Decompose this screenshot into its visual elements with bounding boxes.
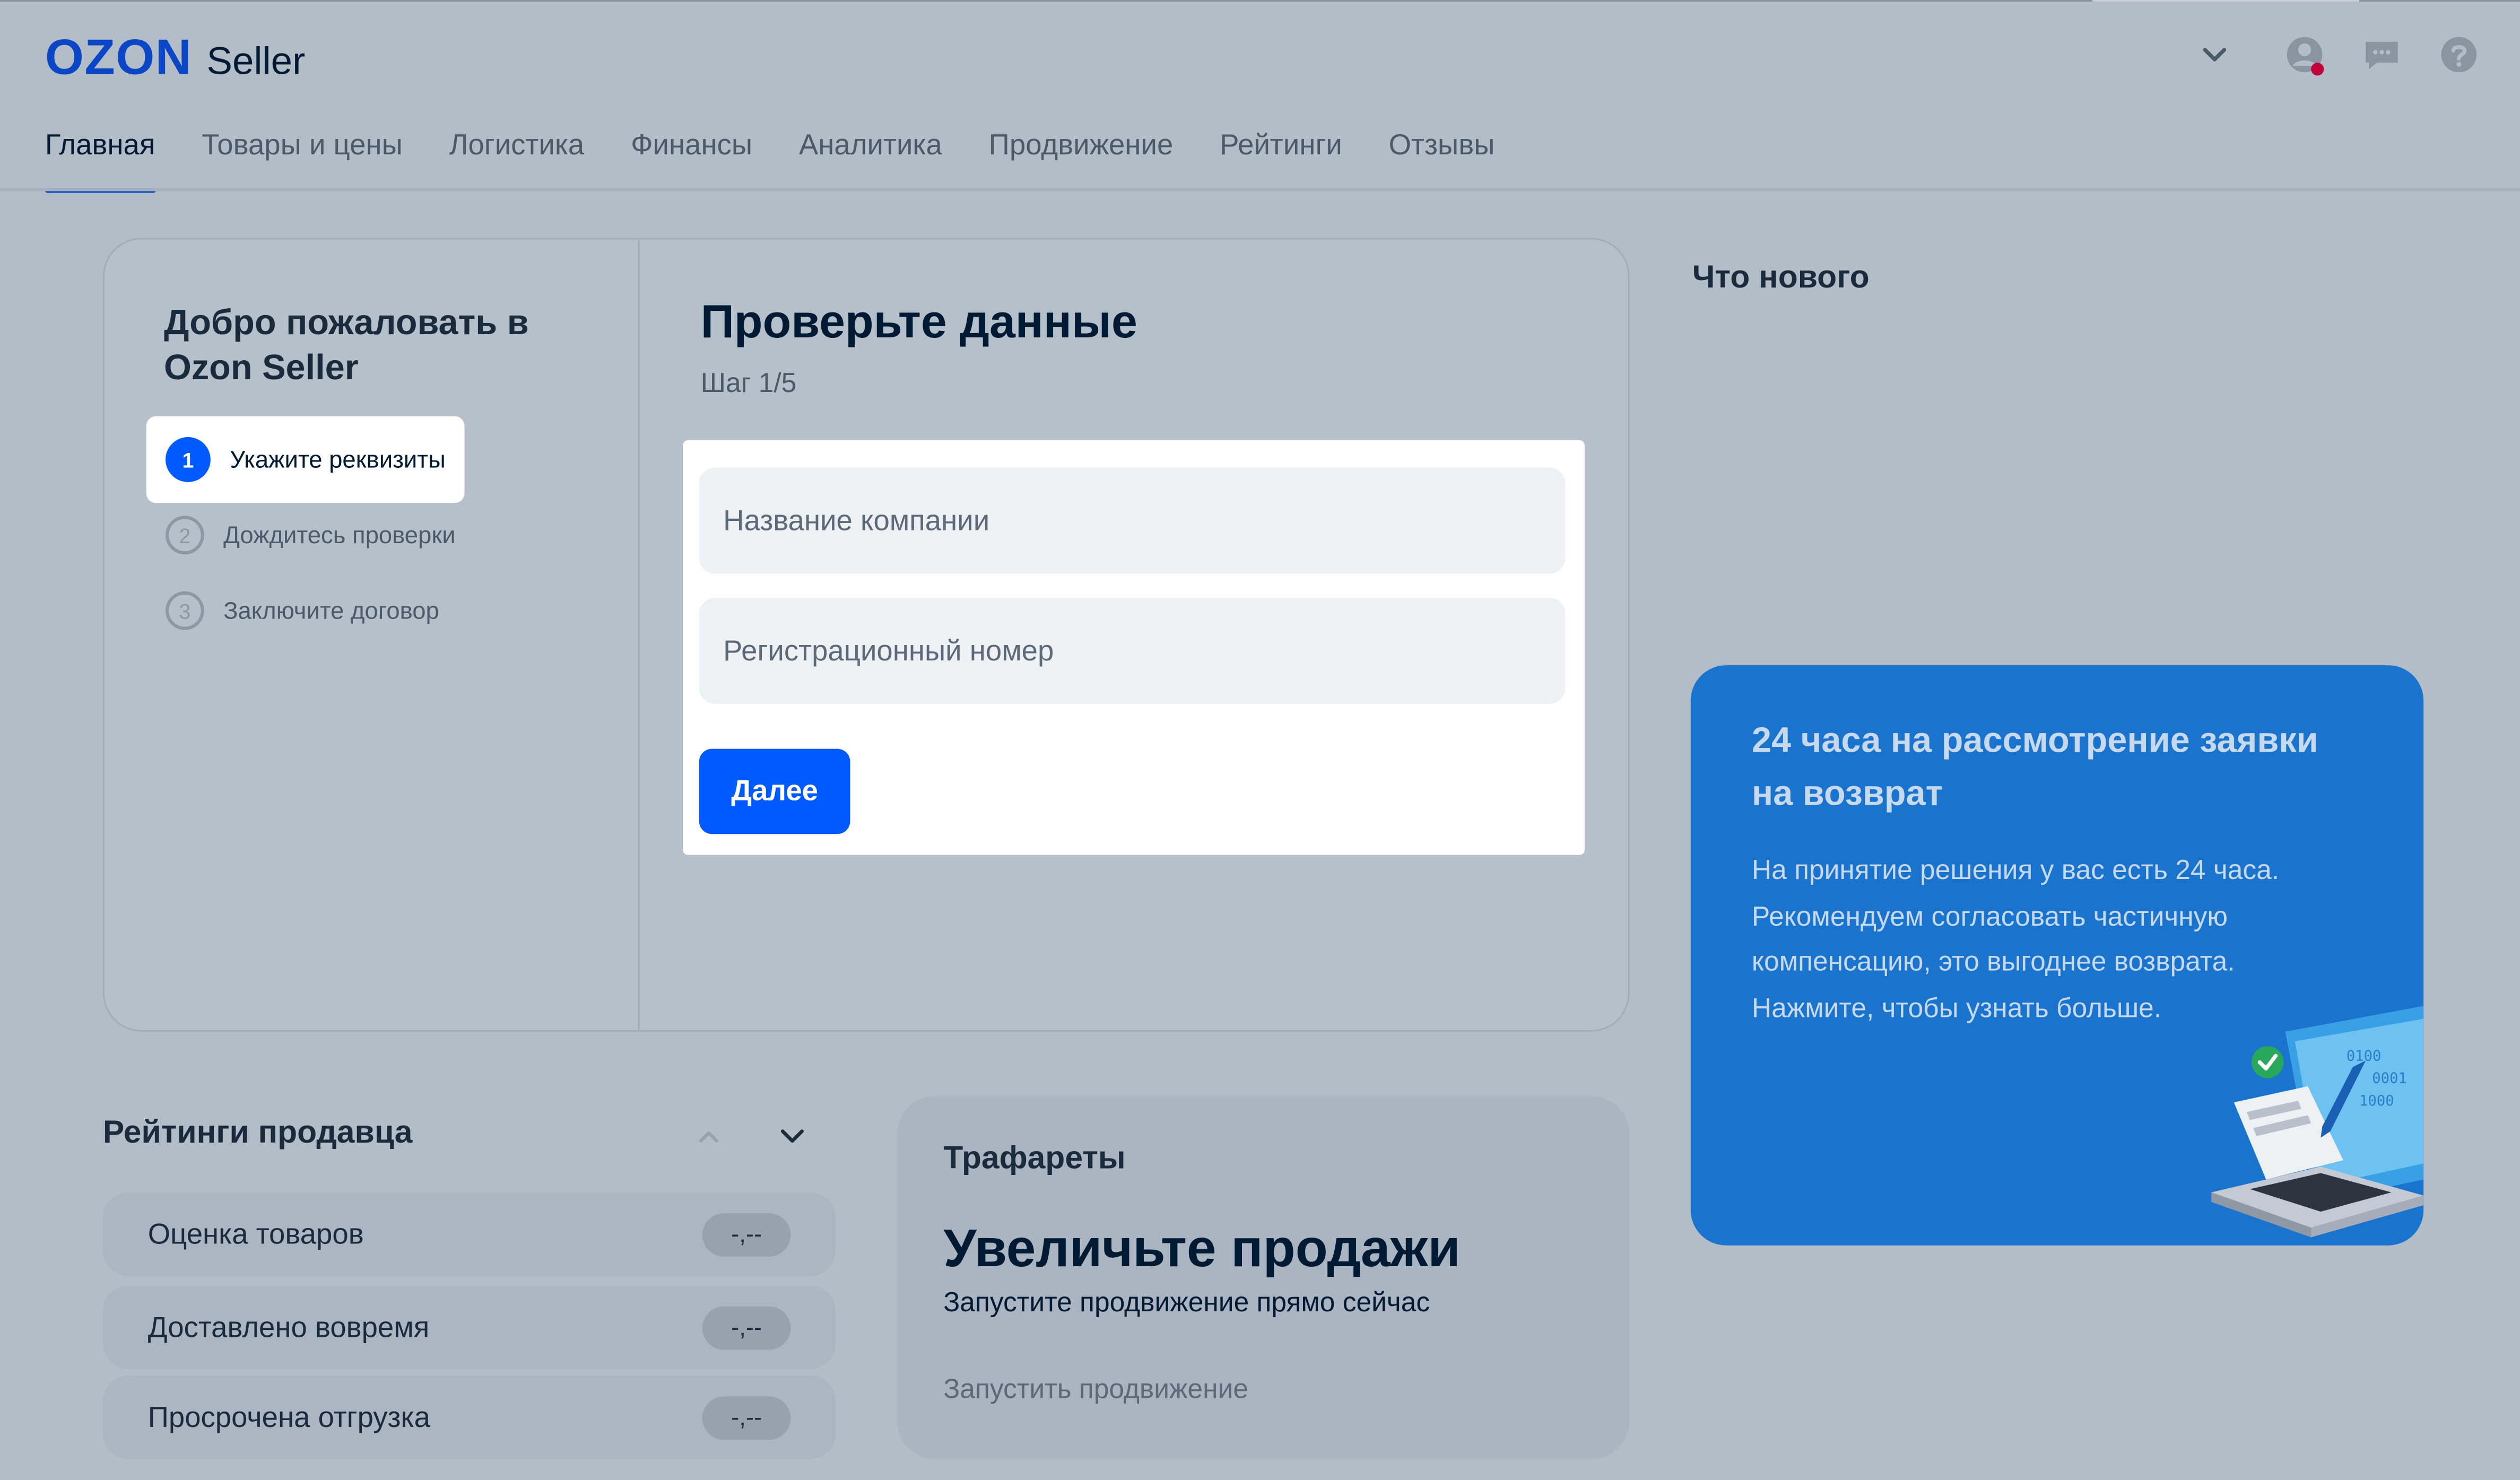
onboarding-divider [638, 239, 640, 1030]
step-2-verification[interactable]: 2 Дождитесь проверки [166, 516, 456, 555]
tabs-divider [0, 188, 2520, 191]
rating-row-product-score[interactable]: Оценка товаров -,-- [102, 1192, 836, 1276]
stencils-subtitle: Запустите продвижение прямо сейчас [943, 1287, 1430, 1318]
svg-text:1000: 1000 [2359, 1093, 2394, 1109]
laptop-document-illustration: 0100 0001 1000 [2211, 1006, 2424, 1238]
help-icon[interactable] [2436, 32, 2481, 77]
onboarding-card: Добро пожаловать в Ozon Seller 1 Укажите… [102, 238, 1630, 1032]
tab-main[interactable]: Главная [45, 128, 155, 193]
tab-finance[interactable]: Финансы [631, 128, 752, 193]
rating-value-badge: -,-- [702, 1305, 791, 1350]
welcome-title: Добро пожаловать в Ozon Seller [163, 302, 529, 388]
tab-products-prices[interactable]: Товары и цены [202, 128, 403, 193]
tab-logistics[interactable]: Логистика [449, 128, 585, 193]
promo-title: 24 часа на рассмотрение заявки на возвра… [1751, 720, 2318, 813]
notification-dot [2311, 63, 2324, 76]
chevron-up-icon[interactable] [691, 1118, 727, 1154]
chevron-down-icon[interactable] [775, 1118, 810, 1154]
rating-label: Доставлено вовремя [147, 1310, 430, 1343]
rating-row-on-time-delivery[interactable]: Доставлено вовремя -,-- [102, 1285, 836, 1369]
tab-promotion[interactable]: Продвижение [989, 128, 1174, 193]
check-data-title: Проверьте данные [700, 297, 1137, 349]
tab-analytics[interactable]: Аналитика [799, 128, 942, 193]
top-border-accent [2092, 0, 2360, 2]
rating-label: Просрочена отгрузка [147, 1400, 430, 1433]
tab-ratings[interactable]: Рейтинги [1220, 128, 1342, 193]
step-number: 2 [166, 516, 204, 555]
seller-ratings-title: Рейтинги продавца [102, 1115, 413, 1151]
stencils-title: Трафареты [943, 1141, 1126, 1177]
logo-brand: OZON [45, 29, 193, 85]
return-request-promo-card[interactable]: 24 часа на рассмотрение заявки на возвра… [1690, 665, 2424, 1246]
step-label: Дождитесь проверки [223, 521, 456, 549]
step-label: Укажите реквизиты [230, 446, 446, 474]
svg-text:0001: 0001 [2372, 1070, 2407, 1087]
step-3-contract[interactable]: 3 Заключите договор [166, 591, 439, 630]
ozon-seller-logo[interactable]: OZON Seller [45, 29, 306, 87]
step-number: 3 [166, 591, 204, 630]
whats-new-title: Что нового [1692, 260, 1870, 296]
main-nav-tabs: Главная Товары и цены Логистика Финансы … [45, 128, 1495, 193]
tab-reviews[interactable]: Отзывы [1389, 128, 1495, 193]
company-name-input[interactable] [699, 467, 1566, 574]
start-promotion-link[interactable]: Запустить продвижение [943, 1374, 1248, 1406]
chevron-down-icon[interactable] [2192, 32, 2237, 77]
step-1-requisites[interactable]: 1 Укажите реквизиты [146, 416, 465, 503]
rating-label: Оценка товаров [147, 1217, 364, 1250]
requisites-form: Далее [683, 440, 1585, 855]
stencils-card: Трафареты Увеличьте продажи Запустите пр… [897, 1095, 1630, 1459]
rating-row-late-shipment[interactable]: Просрочена отгрузка -,-- [102, 1375, 836, 1459]
stencils-headline: Увеличьте продажи [943, 1218, 1461, 1278]
rating-value-badge: -,-- [702, 1212, 791, 1256]
chat-icon[interactable] [2359, 32, 2404, 77]
user-icon[interactable] [2282, 32, 2327, 77]
registration-number-input[interactable] [699, 597, 1566, 704]
step-number: 1 [166, 437, 211, 482]
rating-value-badge: -,-- [702, 1395, 791, 1439]
next-button[interactable]: Далее [699, 748, 850, 834]
step-counter: Шаг 1/5 [700, 368, 797, 399]
logo-product: Seller [206, 40, 306, 84]
step-label: Заключите договор [223, 597, 439, 624]
